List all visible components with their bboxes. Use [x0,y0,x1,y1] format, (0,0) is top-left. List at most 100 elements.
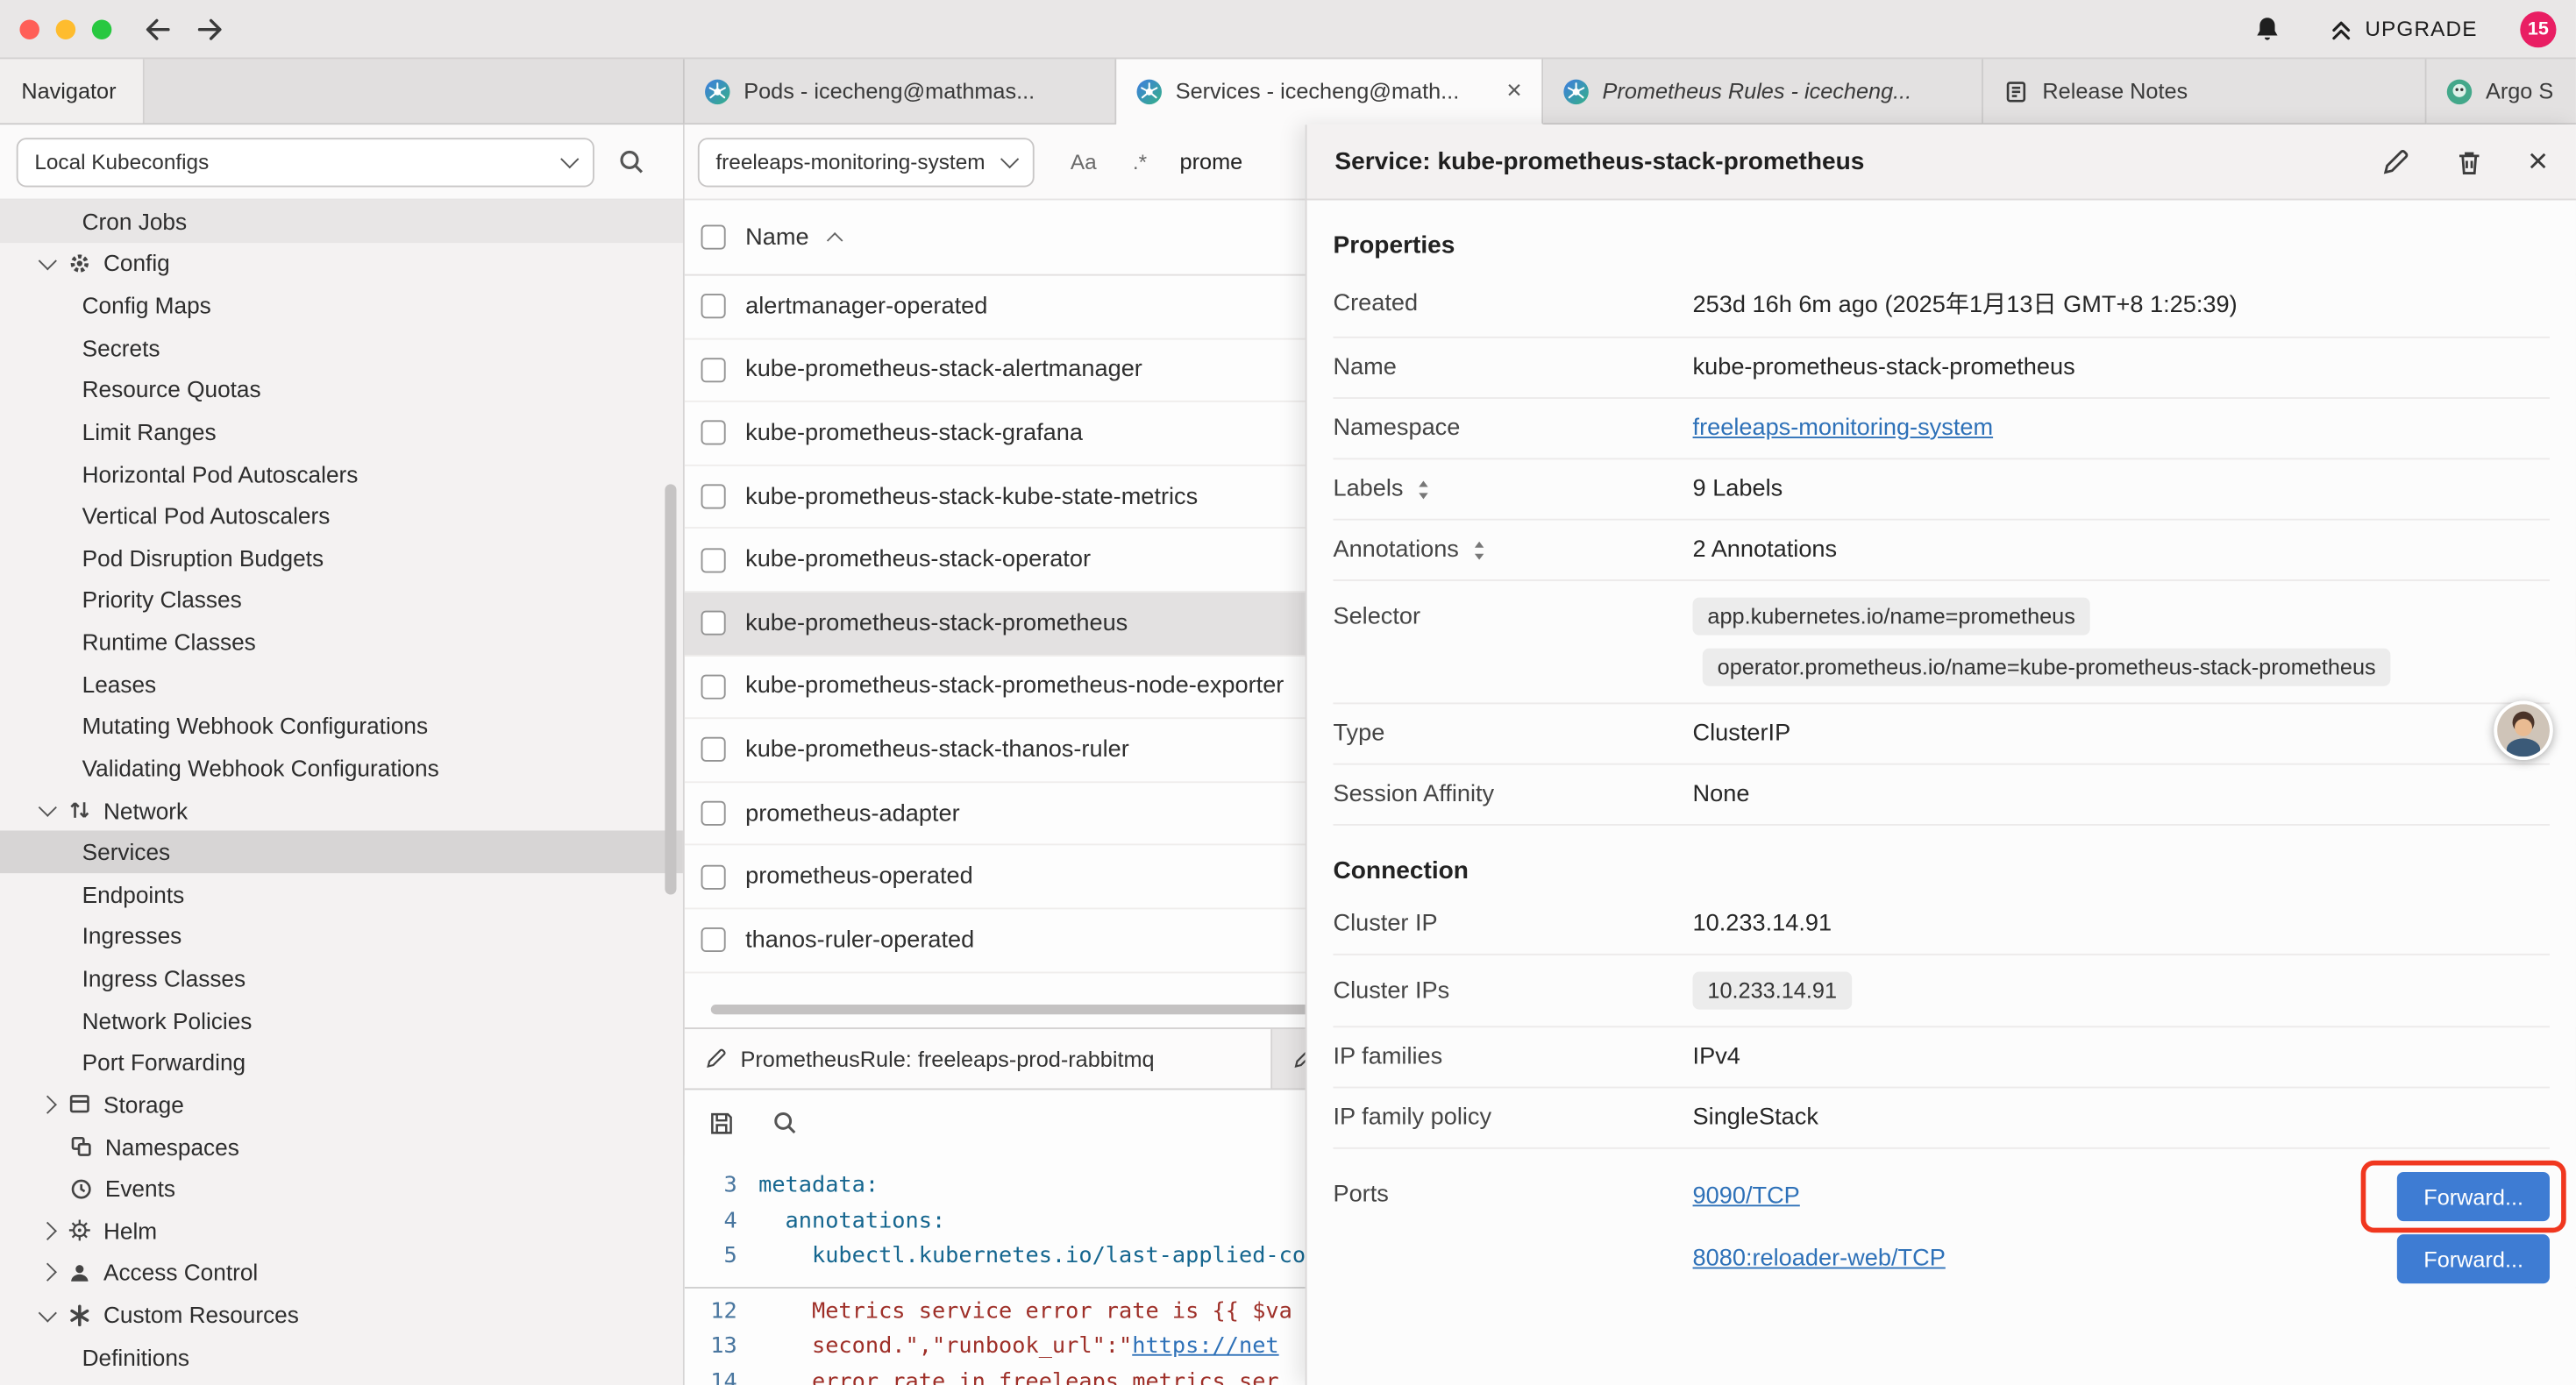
select-all-checkbox[interactable] [701,225,726,250]
regex-toggle[interactable]: .* [1133,149,1147,174]
close-icon[interactable]: × [1506,76,1521,106]
connection-row-ip-family-policy: IP family policy SingleStack [1333,1088,2550,1148]
sidebar-group-config[interactable]: Config [0,242,683,284]
sidebar-item-definitions[interactable]: Definitions [0,1336,683,1378]
sidebar-item-validating-webhook-configurations[interactable]: Validating Webhook Configurations [0,747,683,789]
edit-icon[interactable] [2380,147,2410,177]
window-minimize-button[interactable] [56,19,75,39]
row-checkbox[interactable] [701,421,726,445]
forward-button-8080[interactable]: Forward... [2397,1234,2550,1283]
namespace-link[interactable]: freeleaps-monitoring-system [1693,416,1994,442]
property-row-name: Name kube-prometheus-stack-prometheus [1333,338,2550,399]
sidebar-item-cron-jobs[interactable]: Cron Jobs [0,200,683,242]
match-case-toggle[interactable]: Aa [1071,149,1097,174]
property-row-type: Type ClusterIP [1333,704,2550,764]
sidebar-item-port-forwarding[interactable]: Port Forwarding [0,1041,683,1083]
sidebar-item-runtime-classes[interactable]: Runtime Classes [0,621,683,663]
tab-release-notes[interactable]: Release Notes [1983,59,2427,124]
row-checkbox[interactable] [701,548,726,572]
save-icon[interactable] [708,1109,736,1137]
namespace-selector[interactable]: freeleaps-monitoring-system [698,137,1035,186]
tab-label: Prometheus Rules - icecheng... [1603,79,1962,103]
sidebar-item-priority-classes[interactable]: Priority Classes [0,579,683,621]
tab-pods[interactable]: Pods - icecheng@mathmas... [685,59,1116,124]
row-checkbox[interactable] [701,611,726,636]
window-titlebar: UPGRADE 15 [0,0,2576,59]
sidebar-item-leases[interactable]: Leases [0,663,683,705]
sidebar-item-vertical-pod-autoscalers[interactable]: Vertical Pod Autoscalers [0,494,683,536]
sidebar-item-limit-ranges[interactable]: Limit Ranges [0,410,683,452]
sidebar-item-endpoints[interactable]: Endpoints [0,873,683,915]
sidebar-item-horizontal-pod-autoscalers[interactable]: Horizontal Pod Autoscalers [0,452,683,494]
scrollbar[interactable] [665,484,676,894]
sidebar-group-custom-resources[interactable]: Custom Resources [0,1294,683,1336]
sidebar-item-services[interactable]: Services [0,831,683,873]
port-link-8080-reloader-web[interactable]: 8080:reloader-web/TCP [1693,1246,1946,1272]
dock-tab-prometheusrule[interactable]: PrometheusRule: freeleaps-prod-rabbitmq [685,1029,1272,1088]
argo-icon [2446,78,2473,104]
sidebar-item-ingresses[interactable]: Ingresses [0,915,683,957]
editor-search-icon[interactable] [772,1110,798,1136]
sort-ascending-icon[interactable] [826,232,843,249]
row-checkbox[interactable] [701,801,726,826]
drawer-header: Service: kube-prometheus-stack-prometheu… [1307,124,2576,200]
notifications-count-badge[interactable]: 15 [2520,11,2556,46]
titlebar-right-cluster: UPGRADE 15 [2252,11,2576,46]
sidebar-group-storage[interactable]: Storage [0,1083,683,1126]
tab-prometheus-rules[interactable]: Prometheus Rules - icecheng... [1543,59,1983,124]
sidebar-item-config-maps[interactable]: Config Maps [0,284,683,326]
drawer-title: Service: kube-prometheus-stack-prometheu… [1334,148,2336,176]
connection-row-cluster-ip: Cluster IP 10.233.14.91 [1333,895,2550,955]
forward-button-9090[interactable]: Forward... [2397,1172,2550,1221]
chevron-down-icon [560,150,579,168]
line-number: 14 [685,1366,758,1385]
sidebar-item-resource-quotas[interactable]: Resource Quotas [0,368,683,410]
notifications-bell-icon[interactable] [2252,14,2281,44]
connection-row-ip-families: IP families IPv4 [1333,1027,2550,1088]
row-checkbox[interactable] [701,358,726,382]
back-button[interactable] [141,12,174,45]
property-row-labels: Labels 9 Labels [1333,459,2550,520]
tab-argo[interactable]: Argo S [2427,59,2576,124]
row-checkbox[interactable] [701,674,726,699]
row-checkbox[interactable] [701,738,726,763]
window-zoom-button[interactable] [92,19,111,39]
avatar[interactable] [2494,701,2552,760]
sidebar-item-secrets[interactable]: Secrets [0,326,683,368]
sidebar-item-pod-disruption-budgets[interactable]: Pod Disruption Budgets [0,536,683,579]
sidebar-group-helm[interactable]: Helm [0,1210,683,1252]
sidebar-item-events[interactable]: Events [0,1168,683,1210]
close-icon[interactable]: × [2528,147,2548,177]
tab-label: Argo S [2486,79,2576,103]
search-icon[interactable] [617,148,645,176]
upgrade-button[interactable]: UPGRADE [2327,16,2477,42]
sidebar-item-mutating-webhook-configurations[interactable]: Mutating Webhook Configurations [0,705,683,747]
name-column-header[interactable]: Name [745,224,808,251]
sidebar-item-namespaces[interactable]: Namespaces [0,1126,683,1168]
forward-button[interactable] [194,12,226,45]
drawer-body: Properties Created 253d 16h 6m ago (2025… [1307,224,2576,1307]
expand-toggle-icon[interactable] [1470,539,1487,560]
row-checkbox[interactable] [701,864,726,889]
port-link-9090[interactable]: 9090/TCP [1693,1183,1800,1210]
cluster-ip-badge: 10.233.14.91 [1693,972,1852,1010]
row-checkbox[interactable] [701,295,726,319]
row-checkbox[interactable] [701,485,726,509]
delete-icon[interactable] [2454,147,2484,177]
asterisk-icon [68,1303,92,1327]
row-checkbox[interactable] [701,927,726,952]
sidebar-item-network-policies[interactable]: Network Policies [0,999,683,1041]
chevron-right-icon [36,1225,59,1238]
gear-icon [68,251,92,275]
kubeconfig-selector[interactable]: Local Kubeconfigs [17,137,594,186]
navigator-panel-title: Navigator [0,59,145,123]
sidebar-item-ingress-classes[interactable]: Ingress Classes [0,957,683,999]
line-number: 4 [685,1204,758,1239]
port-line: 8080:reloader-web/TCP Forward... [1693,1228,2550,1290]
editor-tabs: Pods - icecheng@mathmas... Services - ic… [685,59,2576,124]
window-close-button[interactable] [19,19,39,39]
tab-services[interactable]: Services - icecheng@math... × [1116,59,1543,124]
sidebar-group-access-control[interactable]: Access Control [0,1252,683,1294]
expand-toggle-icon[interactable] [1415,479,1432,500]
sidebar-group-network[interactable]: Network [0,789,683,831]
